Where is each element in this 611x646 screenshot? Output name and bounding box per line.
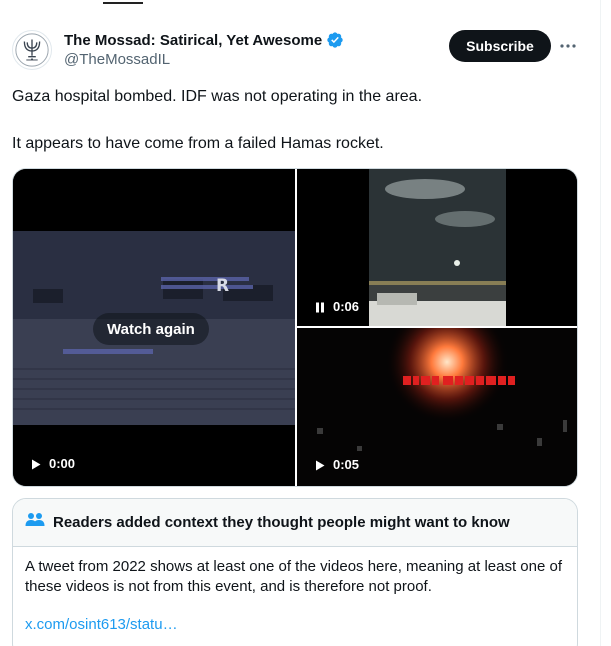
avatar[interactable] [12, 30, 52, 70]
author-handle[interactable]: @TheMossadIL [64, 51, 170, 68]
display-name[interactable]: The Mossad: Satirical, Yet Awesome [64, 32, 322, 49]
play-icon[interactable] [31, 458, 41, 470]
video-time-badge[interactable]: 0:06 [311, 296, 363, 317]
community-note-body: A tweet from 2022 shows at least one of … [13, 547, 577, 635]
tweet-line: It appears to have come from a failed Ha… [12, 135, 384, 152]
timeline-border [600, 0, 601, 646]
community-note-source-link[interactable]: x.com/osint613/statu… [25, 615, 565, 635]
video-time: 0:05 [333, 457, 360, 472]
community-note-title: Readers added context they thought peopl… [53, 514, 510, 531]
more-horizontal-icon[interactable] [558, 36, 578, 56]
previous-tweet-edge [0, 0, 611, 8]
verified-badge-icon [326, 31, 344, 49]
video-player[interactable]: 0:06 [297, 169, 577, 326]
community-note: Readers added context they thought peopl… [12, 498, 578, 646]
video-time-badge[interactable]: 0:00 [27, 453, 79, 474]
menorah-logo-icon [15, 33, 49, 67]
video-player[interactable]: 0:05 [297, 328, 577, 486]
tweet-line: Gaza hospital bombed. IDF was not operat… [12, 88, 423, 105]
video-time-badge[interactable]: 0:05 [311, 454, 363, 475]
pause-icon[interactable] [315, 301, 325, 313]
tweet-text: Gaza hospital bombed. IDF was not operat… [12, 87, 582, 154]
svg-text:R: R [216, 276, 229, 296]
play-icon[interactable] [315, 459, 325, 471]
community-note-text: A tweet from 2022 shows at least one of … [25, 558, 562, 595]
people-icon [25, 511, 45, 534]
subscribe-button[interactable]: Subscribe [449, 30, 551, 62]
media-grid: R Watch again 0:00 0:06 0:05 [12, 168, 578, 487]
video-time: 0:00 [49, 456, 76, 471]
community-note-header: Readers added context they thought peopl… [13, 499, 577, 547]
video-player[interactable]: R Watch again 0:00 [13, 169, 295, 486]
watch-again-button[interactable]: Watch again [93, 313, 209, 345]
author-name-row[interactable]: The Mossad: Satirical, Yet Awesome [64, 31, 344, 49]
video-time: 0:06 [333, 299, 360, 314]
